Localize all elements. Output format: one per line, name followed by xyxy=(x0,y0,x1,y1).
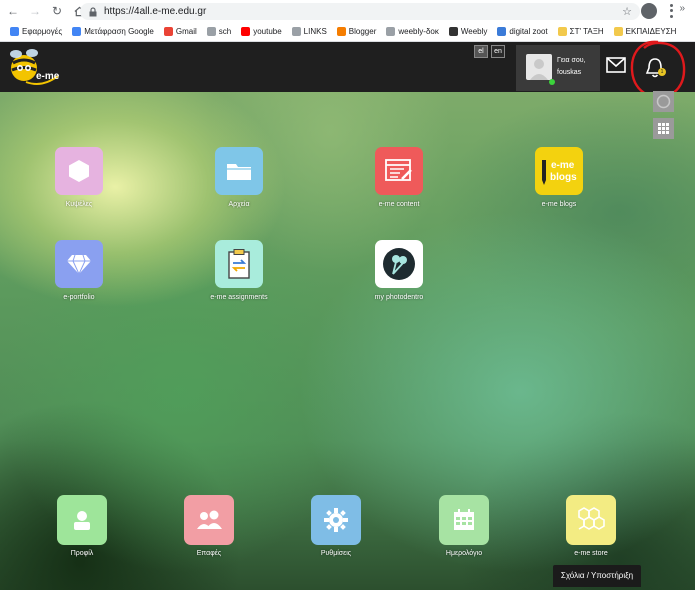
online-status-dot xyxy=(549,79,555,85)
app-label: e-me assignments xyxy=(210,294,268,301)
svg-text:blogs: blogs xyxy=(550,172,577,183)
svg-text:e-me: e-me xyxy=(36,71,60,82)
bookmark-item[interactable]: LINKS xyxy=(288,27,331,36)
folder-icon xyxy=(613,27,623,36)
clipboard-icon xyxy=(215,240,263,288)
bookmark-label: ΕΚΠΑΙΔΕΥΣΗ xyxy=(625,27,677,36)
blogs-icon: e-me blogs xyxy=(535,147,583,195)
bookmark-label: LINKS xyxy=(303,27,327,36)
apps-grid-icon[interactable] xyxy=(653,118,674,139)
bookmark-item[interactable]: Μετάφραση Google xyxy=(68,27,158,36)
dock-label: Ρυθμίσεις xyxy=(320,550,352,557)
translate-icon xyxy=(72,27,82,36)
page-icon xyxy=(291,27,301,36)
browser-profile-icon[interactable] xyxy=(641,3,657,19)
bookmark-item[interactable]: Εφαρμογές xyxy=(6,27,66,36)
wix-icon xyxy=(497,27,507,36)
app-label: my photodentro xyxy=(374,294,424,301)
feedback-support-button[interactable]: Σχόλια / Υποστήριξη xyxy=(553,565,641,587)
language-en-button[interactable]: en xyxy=(491,45,505,58)
user-icon xyxy=(57,495,107,545)
address-bar[interactable]: https://4all.e-me.edu.gr ☆ xyxy=(80,3,640,20)
bookmark-label: Μετάφραση Google xyxy=(84,27,154,36)
bookmark-label: Gmail xyxy=(175,27,197,36)
avatar xyxy=(526,54,552,80)
content-editor-icon xyxy=(375,147,423,195)
bookmark-item[interactable]: youtube xyxy=(237,27,285,36)
dock-label: Προφίλ xyxy=(70,550,94,557)
svg-text:e-me: e-me xyxy=(551,160,575,171)
bookmark-item[interactable]: digital zoot xyxy=(493,27,551,36)
honeycomb-icon xyxy=(566,495,616,545)
bookmark-item[interactable]: Weebly xyxy=(445,27,492,36)
bookmark-item[interactable]: Blogger xyxy=(333,27,381,36)
back-arrow-icon[interactable]: ← xyxy=(4,2,22,20)
help-icon[interactable] xyxy=(653,91,674,112)
bookmark-label: youtube xyxy=(253,27,282,36)
bookmark-label: Blogger xyxy=(348,27,377,36)
bookmark-label: digital zoot xyxy=(509,27,548,36)
dock-tile-settings[interactable]: Ρυθμίσεις xyxy=(276,495,396,567)
app-tile-e-me-content[interactable]: e-me content xyxy=(339,147,459,219)
app-label: Κυψέλες xyxy=(65,201,93,208)
hexagon-icon xyxy=(55,147,103,195)
lock-icon xyxy=(89,6,97,16)
page-icon xyxy=(386,27,396,36)
weebly-icon xyxy=(448,27,458,36)
dock-label: e-me store xyxy=(574,550,608,557)
dock-label: Ημερολόγιο xyxy=(445,550,483,557)
dock-tile-e-me-store[interactable]: e-me store xyxy=(531,495,651,567)
language-el-button[interactable]: el xyxy=(474,45,488,58)
dock-tile-profile[interactable]: Προφίλ xyxy=(22,495,142,567)
browser-toolbar: ← → ↻ https://4all.e-me.edu.gr ☆ Εφαρμογ… xyxy=(0,0,695,42)
forward-arrow-icon[interactable]: → xyxy=(26,2,44,20)
gear-icon xyxy=(311,495,361,545)
photodentro-icon xyxy=(375,240,423,288)
user-menu[interactable]: Γεια σου, fouskas xyxy=(516,45,600,91)
url-text: https://4all.e-me.edu.gr xyxy=(104,6,207,17)
bookmark-item[interactable]: weebly-δοκ xyxy=(382,27,442,36)
app-tile-files[interactable]: Αρχεία xyxy=(179,147,299,219)
youtube-icon xyxy=(241,27,251,36)
bookmark-item[interactable]: ΕΚΠΑΙΔΕΥΣΗ xyxy=(610,27,681,36)
folder-icon xyxy=(557,27,567,36)
app-tile-e-me-blogs[interactable]: e-me blogs e-me blogs xyxy=(499,147,619,219)
bookmark-item[interactable]: ΣΤ' ΤΑΞΗ xyxy=(554,27,608,36)
app-label: e-me blogs xyxy=(541,201,577,208)
dock-label: Επαφές xyxy=(196,550,222,557)
app-label: Αρχεία xyxy=(228,201,250,208)
app-tile-e-me-assignments[interactable]: e-me assignments xyxy=(179,240,299,312)
app-tile-hives[interactable]: Κυψέλες xyxy=(19,147,139,219)
app-tile-e-portfolio[interactable]: e-portfolio xyxy=(19,240,139,312)
blogger-icon xyxy=(336,27,346,36)
dock-tile-contacts[interactable]: Επαφές xyxy=(149,495,269,567)
greeting-text: Γεια σου, xyxy=(557,57,586,64)
browser-menu-icon[interactable] xyxy=(666,3,676,19)
mail-icon[interactable] xyxy=(605,56,627,74)
username-text: fouskas xyxy=(557,69,582,76)
bookmark-label: Weebly xyxy=(460,27,488,36)
contacts-icon xyxy=(184,495,234,545)
bookmark-item[interactable]: Gmail xyxy=(160,27,201,36)
app-label: e-portfolio xyxy=(63,294,95,301)
google-icon xyxy=(163,27,173,36)
bookmark-item[interactable]: sch xyxy=(203,27,235,36)
star-bookmark-icon[interactable]: ☆ xyxy=(622,5,632,18)
calendar-icon xyxy=(439,495,489,545)
dock-tile-calendar[interactable]: Ημερολόγιο xyxy=(404,495,524,567)
app-label: e-me content xyxy=(378,201,420,208)
bookmarks-more-icon[interactable]: » xyxy=(679,3,685,14)
reload-icon[interactable]: ↻ xyxy=(48,2,66,20)
page-icon xyxy=(206,27,216,36)
folder-icon xyxy=(215,147,263,195)
bookmark-label: sch xyxy=(218,27,232,36)
app-tile-my-photodentro[interactable]: my photodentro xyxy=(339,240,459,312)
bookmark-label: weebly-δοκ xyxy=(398,27,439,36)
apps-grid-icon xyxy=(10,27,19,36)
diamond-icon xyxy=(55,240,103,288)
bookmark-label: ΣΤ' ΤΑΞΗ xyxy=(569,27,604,36)
e-me-logo[interactable]: e-me xyxy=(6,46,62,88)
bookmarks-bar: Εφαρμογές Μετάφραση Google Gmail sch youtube… xyxy=(0,22,695,41)
bookmark-label: Εφαρμογές xyxy=(22,27,63,36)
